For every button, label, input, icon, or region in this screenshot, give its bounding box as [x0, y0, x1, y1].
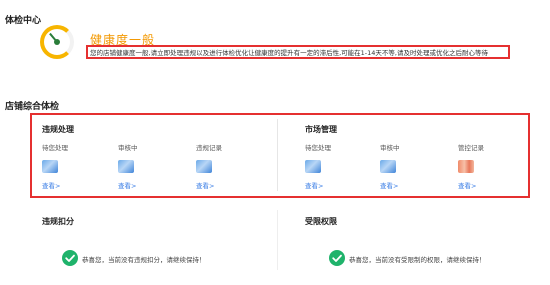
overview-card	[30, 113, 530, 198]
violations-review-label: 审核中	[118, 144, 138, 152]
violations-pending-link[interactable]: 查看>	[42, 180, 60, 190]
health-gauge-icon	[40, 25, 74, 59]
overview-title: 店铺综合体检	[5, 102, 60, 112]
market-pending-icon	[305, 160, 321, 173]
market-pending-label: 待您处理	[305, 144, 331, 152]
violations-title: 违规处理	[42, 125, 74, 134]
gauge-hub	[54, 39, 60, 45]
market-title: 市场管理	[305, 125, 337, 134]
card-divider	[277, 119, 278, 191]
violations-pending-icon	[42, 160, 58, 173]
restriction-message: 恭喜您，当前没有受限制的权限，请继续保持！	[349, 256, 486, 264]
violations-review-icon	[118, 160, 134, 173]
market-pending-link[interactable]: 查看>	[305, 180, 323, 190]
market-control-link[interactable]: 查看>	[458, 180, 476, 190]
restriction-title: 受限权限	[305, 217, 337, 226]
market-control-label: 管控记录	[458, 144, 484, 152]
health-description: 您的店铺健康度一般,请立即处理违规以及进行体检优化让健康度的提升有一定的滞后性,…	[90, 49, 488, 57]
market-review-label: 审核中	[380, 144, 400, 152]
check-circle-icon	[329, 250, 345, 266]
check-circle-icon	[62, 250, 78, 266]
market-review-link[interactable]: 查看>	[380, 180, 398, 190]
violations-record-icon	[196, 160, 212, 173]
bottom-divider	[277, 210, 278, 270]
page-title: 体检中心	[5, 16, 42, 26]
deduction-title: 违规扣分	[42, 217, 74, 226]
violations-pending-label: 待您处理	[42, 144, 68, 152]
violations-record-label: 违规记录	[196, 144, 222, 152]
violations-review-link[interactable]: 查看>	[118, 180, 136, 190]
market-control-icon	[458, 160, 474, 173]
violations-record-link[interactable]: 查看>	[196, 180, 214, 190]
deduction-message: 恭喜您，当前没有违规扣分，请继续保持！	[82, 256, 206, 264]
market-review-icon	[380, 160, 396, 173]
